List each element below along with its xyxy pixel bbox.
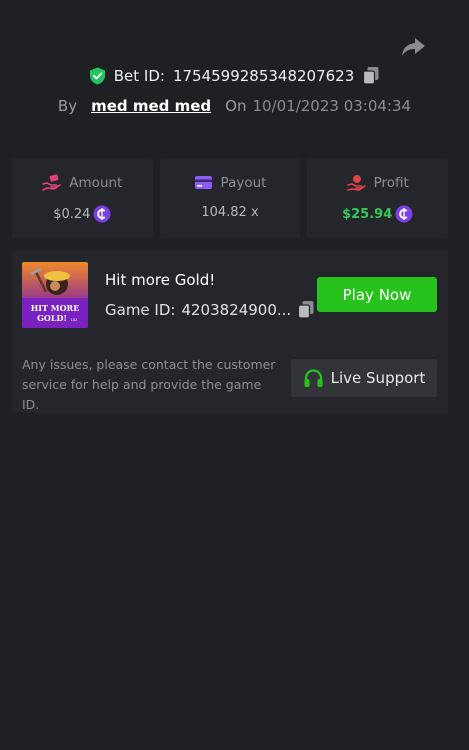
profit-card: Profit $25.94 xyxy=(307,158,449,238)
bet-id-label: Bet ID: xyxy=(113,66,165,85)
play-now-button[interactable]: Play Now xyxy=(317,277,437,312)
game-card: HIT MORE GOLD! 1X2 Hit more Gold! Game I… xyxy=(12,251,448,413)
headset-icon xyxy=(303,368,324,389)
coin-icon xyxy=(93,205,111,223)
hand-bet-icon xyxy=(42,174,62,191)
bet-datetime: 10/01/2023 03:04:34 xyxy=(252,97,412,115)
support-help-text: Any issues, please contact the customer … xyxy=(22,357,276,412)
share-icon[interactable] xyxy=(400,35,426,59)
amount-value: $0.24 xyxy=(53,206,91,222)
coin-icon xyxy=(395,205,413,223)
live-support-label: Live Support xyxy=(330,369,426,387)
game-thumbnail[interactable]: HIT MORE GOLD! 1X2 xyxy=(22,262,88,328)
by-label: By xyxy=(57,97,78,115)
game-id-row: Game ID: 4203824900... xyxy=(105,300,315,319)
svg-text:HIT MORE: HIT MORE xyxy=(31,303,80,313)
bet-id-row: Bet ID: 1754599285348207623 xyxy=(0,66,469,85)
svg-text:GOLD!: GOLD! xyxy=(37,313,67,323)
hand-money-icon xyxy=(346,174,366,191)
amount-card: Amount $0.24 xyxy=(12,158,153,238)
profit-value: $25.94 xyxy=(342,206,393,222)
payout-value: 104.82 x xyxy=(201,205,259,220)
game-id-label: Game ID: xyxy=(105,300,176,319)
copy-icon[interactable] xyxy=(362,66,380,85)
profit-label: Profit xyxy=(373,174,409,191)
on-label: On xyxy=(225,97,247,115)
bet-stats: Amount $0.24 Payout 104.82 x Profit $25.… xyxy=(12,158,449,238)
game-id-value: 4203824900... xyxy=(181,300,292,319)
svg-text:1X2: 1X2 xyxy=(71,318,78,322)
payout-card: Payout 104.82 x xyxy=(159,158,301,238)
game-title: Hit more Gold! xyxy=(105,271,216,289)
live-support-button[interactable]: Live Support xyxy=(291,359,437,397)
bet-id-value: 1754599285348207623 xyxy=(172,66,355,85)
bet-author-row: By med med med On 10/01/2023 03:04:34 xyxy=(0,97,469,115)
copy-icon[interactable] xyxy=(297,300,315,319)
payout-label: Payout xyxy=(220,174,267,191)
amount-label: Amount xyxy=(69,174,123,191)
username-link[interactable]: med med med xyxy=(91,97,211,115)
shield-check-icon xyxy=(89,67,106,85)
card-icon xyxy=(194,174,213,191)
